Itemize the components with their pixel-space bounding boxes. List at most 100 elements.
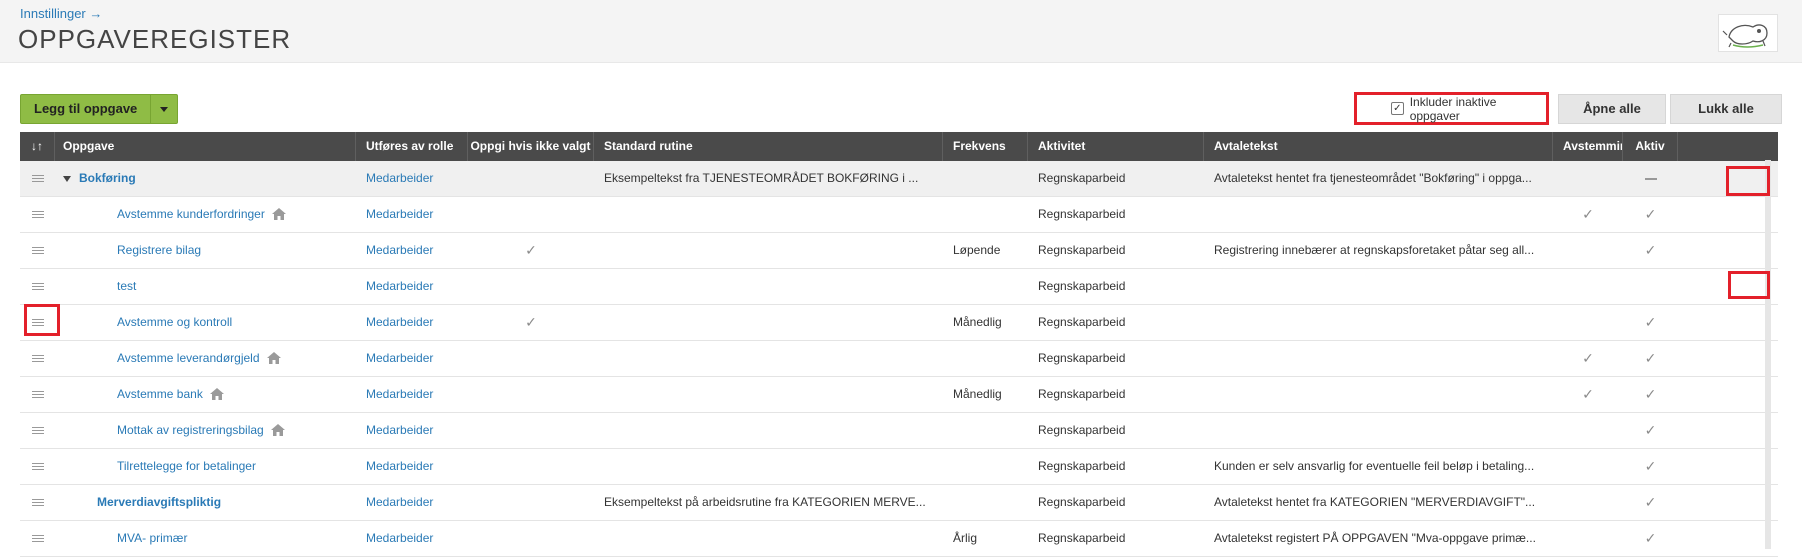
role-cell[interactable]: Medarbeider <box>356 521 468 556</box>
add-task-dropdown-button[interactable] <box>151 95 177 123</box>
drag-cell[interactable] <box>20 341 55 376</box>
drag-cell[interactable] <box>20 449 55 484</box>
active-cell[interactable] <box>1623 161 1678 196</box>
role-cell[interactable]: Medarbeider <box>356 305 468 340</box>
role-link[interactable]: Medarbeider <box>366 243 433 257</box>
drag-handle-icon[interactable] <box>31 497 44 508</box>
column-activity[interactable]: Aktivitet <box>1028 132 1204 161</box>
column-reconcile[interactable]: Avstemming <box>1553 132 1623 161</box>
task-link[interactable]: Tilrettelegge for betalinger <box>117 459 256 473</box>
activity-cell: Regnskaparbeid <box>1038 243 1126 257</box>
report-cell <box>468 197 594 232</box>
table-row[interactable]: Registrere bilag Medarbeider ✓ Løpende Regns… <box>20 233 1778 269</box>
role-link[interactable]: Medarbeider <box>366 495 433 509</box>
task-link[interactable]: Avstemme kunderfordringer <box>117 207 265 221</box>
drag-cell[interactable] <box>20 485 55 520</box>
drag-cell[interactable] <box>20 233 55 268</box>
drag-cell[interactable] <box>20 269 55 304</box>
active-cell[interactable]: ✓ <box>1623 233 1678 268</box>
include-inactive-toggle[interactable]: ✓ Inkluder inaktive oppgaver <box>1354 92 1549 125</box>
role-link[interactable]: Medarbeider <box>366 387 433 401</box>
task-link[interactable]: Mottak av registreringsbilag <box>117 423 264 437</box>
drag-handle-icon[interactable] <box>31 281 44 292</box>
open-all-button[interactable]: Åpne alle <box>1558 94 1666 124</box>
check-icon: ✓ <box>525 242 537 258</box>
table-scrollbar[interactable] <box>1765 160 1771 549</box>
active-cell[interactable]: ✓ <box>1623 341 1678 376</box>
drag-handle-icon[interactable] <box>31 245 44 256</box>
active-cell[interactable]: ✓ <box>1623 197 1678 232</box>
breadcrumb-settings[interactable]: Innstillinger → <box>20 6 102 21</box>
drag-handle-icon[interactable] <box>31 425 44 436</box>
role-cell[interactable]: Medarbeider <box>356 161 468 196</box>
active-cell[interactable]: ✓ <box>1623 485 1678 520</box>
chevron-down-icon[interactable] <box>63 175 71 182</box>
role-cell[interactable]: Medarbeider <box>356 341 468 376</box>
column-standard-routine[interactable]: Standard rutine <box>594 132 943 161</box>
active-cell[interactable] <box>1623 269 1678 304</box>
active-cell[interactable]: ✓ <box>1623 413 1678 448</box>
column-active[interactable]: Aktiv <box>1623 132 1678 161</box>
column-role[interactable]: Utføres av rolle <box>356 132 468 161</box>
drag-handle-icon[interactable] <box>31 533 44 544</box>
task-link[interactable]: Avstemme leverandørgjeld <box>117 351 260 365</box>
role-link[interactable]: Medarbeider <box>366 531 433 545</box>
table-row[interactable]: MVA- primær Medarbeider Årlig Regnskaparbei… <box>20 521 1778 557</box>
drag-cell[interactable] <box>20 161 55 196</box>
drag-handle-icon[interactable] <box>31 209 44 220</box>
drag-handle-icon[interactable] <box>31 389 44 400</box>
role-link[interactable]: Medarbeider <box>366 315 433 329</box>
role-cell[interactable]: Medarbeider <box>356 449 468 484</box>
active-cell[interactable]: ✓ <box>1623 305 1678 340</box>
table-row[interactable]: Tilrettelegge for betalinger Medarbeider R… <box>20 449 1778 485</box>
table-row[interactable]: test Medarbeider Regnskaparbeid <box>20 269 1778 305</box>
table-row[interactable]: Avstemme og kontroll Medarbeider ✓ Månedlig… <box>20 305 1778 341</box>
task-link[interactable]: Avstemme og kontroll <box>117 315 232 329</box>
task-link[interactable]: Registrere bilag <box>117 243 201 257</box>
drag-handle-icon[interactable] <box>31 173 44 184</box>
task-link[interactable]: Merverdiavgiftspliktig <box>97 495 221 509</box>
task-link[interactable]: Avstemme bank <box>117 387 203 401</box>
drag-cell[interactable] <box>20 305 55 340</box>
column-report-if-not-selected[interactable]: Oppgi hvis ikke valgt <box>468 132 594 161</box>
drag-cell[interactable] <box>20 413 55 448</box>
column-frequency[interactable]: Frekvens <box>943 132 1028 161</box>
role-cell[interactable]: Medarbeider <box>356 377 468 412</box>
close-all-button[interactable]: Lukk alle <box>1670 94 1782 124</box>
drag-cell[interactable] <box>20 377 55 412</box>
table-row[interactable]: Avstemme bank Medarbeider Månedlig Regnskap… <box>20 377 1778 413</box>
role-cell[interactable]: Medarbeider <box>356 269 468 304</box>
role-link[interactable]: Medarbeider <box>366 279 433 293</box>
active-cell[interactable]: ✓ <box>1623 377 1678 412</box>
role-link[interactable]: Medarbeider <box>366 459 433 473</box>
table-row[interactable]: Avstemme kunderfordringer Medarbeider Regn… <box>20 197 1778 233</box>
role-cell[interactable]: Medarbeider <box>356 485 468 520</box>
task-link[interactable]: test <box>117 279 136 293</box>
role-cell[interactable]: Medarbeider <box>356 233 468 268</box>
table-row[interactable]: Bokføring Medarbeider Eksempeltekst fra TJ… <box>20 161 1778 197</box>
role-link[interactable]: Medarbeider <box>366 351 433 365</box>
task-link[interactable]: MVA- primær <box>117 531 187 545</box>
role-link[interactable]: Medarbeider <box>366 423 433 437</box>
column-task[interactable]: Oppgave <box>55 132 356 161</box>
reconcile-cell: ✓ <box>1553 377 1623 412</box>
drag-cell[interactable] <box>20 521 55 556</box>
active-cell[interactable]: ✓ <box>1623 449 1678 484</box>
table-row[interactable]: Merverdiavgiftspliktig Medarbeider Eksempe… <box>20 485 1778 521</box>
table-row[interactable]: Avstemme leverandørgjeld Medarbeider Regns… <box>20 341 1778 377</box>
drag-handle-icon[interactable] <box>31 317 44 328</box>
drag-cell[interactable] <box>20 197 55 232</box>
drag-handle-icon[interactable] <box>31 461 44 472</box>
add-task-button[interactable]: Legg til oppgave <box>21 95 152 123</box>
role-link[interactable]: Medarbeider <box>366 207 433 221</box>
table-row[interactable]: Mottak av registreringsbilag Medarbeider R… <box>20 413 1778 449</box>
role-cell[interactable]: Medarbeider <box>356 197 468 232</box>
active-cell[interactable]: ✓ <box>1623 521 1678 556</box>
include-inactive-checkbox[interactable]: ✓ <box>1391 102 1404 115</box>
role-link[interactable]: Medarbeider <box>366 171 433 185</box>
task-link[interactable]: Bokføring <box>79 171 136 185</box>
column-agreement-text[interactable]: Avtaletekst <box>1204 132 1553 161</box>
role-cell[interactable]: Medarbeider <box>356 413 468 448</box>
drag-handle-icon[interactable] <box>31 353 44 364</box>
column-sort[interactable]: ↓↑ <box>20 132 55 161</box>
